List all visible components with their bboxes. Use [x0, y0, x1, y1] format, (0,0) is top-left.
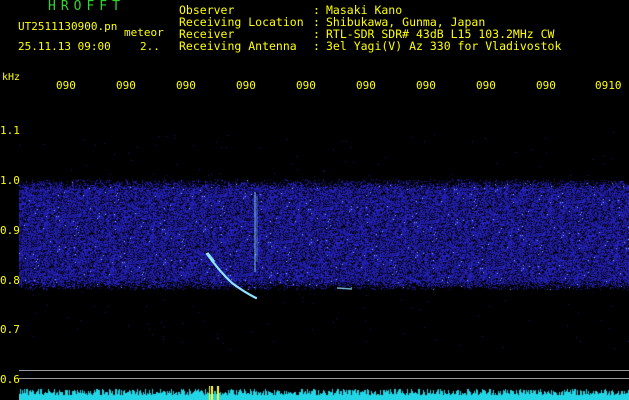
- faint-echo: [336, 287, 353, 290]
- hrofft-screen: HROFFT UT2511130900.pn meteor 25.11.13 0…: [0, 0, 629, 400]
- guide-line: [19, 370, 629, 371]
- signal-level-waveform: [19, 386, 629, 400]
- meteor-echo-head: [205, 252, 216, 263]
- meteor-echo-overlay: [205, 192, 353, 300]
- guide-line: [19, 378, 629, 379]
